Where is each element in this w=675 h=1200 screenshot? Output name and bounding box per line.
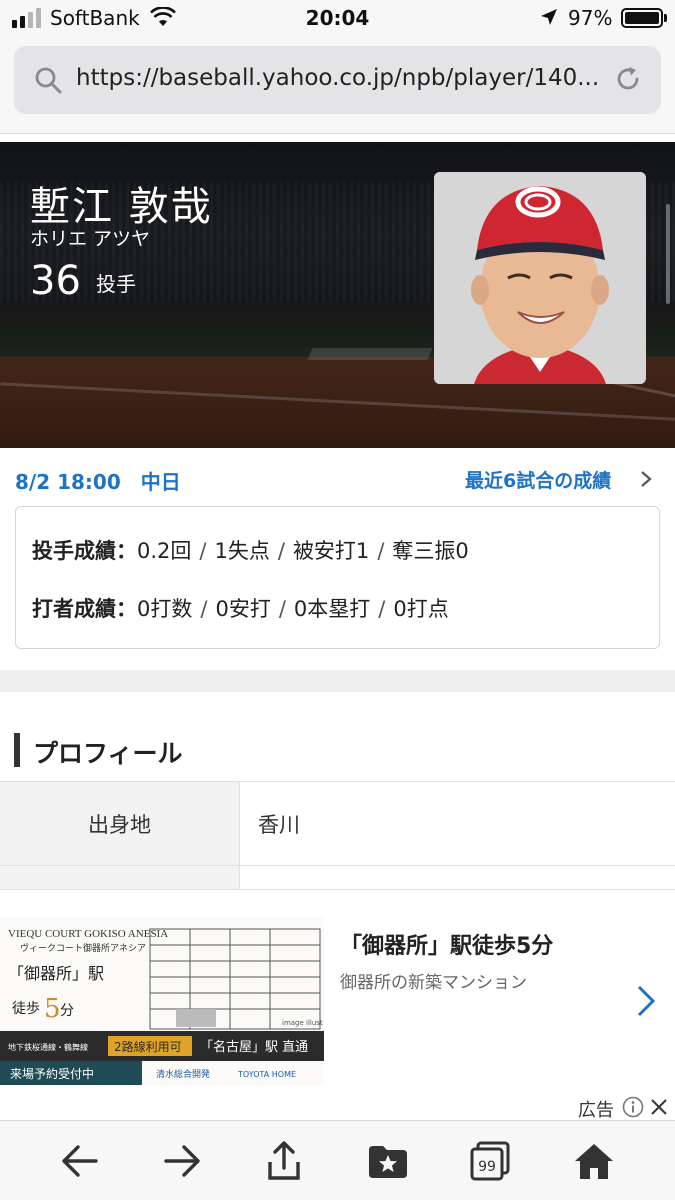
bookmarks-button[interactable] <box>366 1139 410 1183</box>
separator: / <box>200 597 208 621</box>
stat-value: 0打点 <box>393 597 449 621</box>
section-divider <box>0 670 675 692</box>
player-kana: ホリエ アツヤ <box>30 228 151 250</box>
battery-percent: 97% <box>568 6 613 30</box>
status-bar: SoftBank 20:04 97% <box>0 0 675 38</box>
tabs-icon: 99 <box>470 1141 510 1181</box>
profile-value: 香川 <box>258 812 300 837</box>
location-icon <box>540 8 558 30</box>
share-button[interactable] <box>262 1139 306 1183</box>
profile-row <box>0 866 675 890</box>
ad-station: 「御器所」駅 <box>8 964 104 983</box>
url-text[interactable]: https://baseball.yahoo.co.jp/npb/player/… <box>76 65 606 91</box>
ad-image-note: image illust <box>282 1019 323 1027</box>
close-icon[interactable] <box>650 1098 668 1120</box>
profile-row: 出身地 香川 <box>0 782 675 866</box>
battery-tip <box>664 14 667 22</box>
ad-walk: 徒歩 <box>12 1001 40 1017</box>
stat-value: 0打数 <box>137 597 193 621</box>
profile-title: プロフィール <box>33 739 183 768</box>
ad-reservation: 来場予約受付中 <box>10 1066 94 1081</box>
batting-label: 打者成績： <box>32 597 137 621</box>
section-marker <box>14 733 20 767</box>
browser-toolbar: 99 <box>0 1120 675 1200</box>
chevron-right-icon[interactable] <box>636 984 656 1022</box>
ad-sponsor: 清水総合開発 <box>156 1068 210 1080</box>
player-position: 投手 <box>96 272 136 296</box>
info-icon[interactable] <box>622 1096 644 1122</box>
separator: / <box>199 539 207 563</box>
batting-stats: 打者成績：0打数 / 0安打 / 0本塁打 / 0打点 <box>32 593 449 623</box>
ad-lines: 地下鉄桜通線・鶴舞線 <box>8 1042 88 1052</box>
ad-brand: VIEQU COURT GOKISO ANESIA <box>8 928 168 940</box>
home-button[interactable] <box>572 1139 616 1183</box>
ad-direct: 「名古屋」駅 直通 <box>200 1039 308 1055</box>
battery-icon <box>621 8 663 28</box>
stat-value: 奪三振0 <box>392 539 469 563</box>
stat-value: 被安打1 <box>292 539 370 563</box>
share-icon <box>268 1141 300 1180</box>
player-header: 塹江 敦哉 ホリエ アツヤ 36 投手 <box>0 142 675 448</box>
profile-label: 出身地 <box>0 782 240 865</box>
ad-lines-badge: 2路線利用可 <box>114 1039 182 1054</box>
back-button[interactable] <box>58 1139 102 1183</box>
separator: / <box>278 597 286 621</box>
chevron-right-icon[interactable] <box>640 470 652 492</box>
separator: / <box>378 597 386 621</box>
search-icon <box>34 66 62 98</box>
game-date[interactable]: 8/2 18:00 中日 <box>15 466 181 495</box>
home-icon <box>575 1144 613 1179</box>
profile-table: 出身地 香川 <box>0 781 675 890</box>
ad-walk-minutes: 5 <box>44 994 61 1024</box>
stat-value: 0安打 <box>215 597 271 621</box>
game-stats-card: 投手成績：0.2回 / 1失点 / 被安打1 / 奪三振0 打者成績：0打数 / 0安打 / 0本塁… <box>15 506 660 649</box>
ad-sponsor: TOYOTA HOME <box>237 1070 296 1079</box>
separator: / <box>277 539 285 563</box>
bookmark-folder-icon <box>369 1146 407 1178</box>
ad-subtitle[interactable]: 御器所の新築マンション <box>340 968 527 993</box>
stat-value: 1失点 <box>214 539 270 563</box>
arrow-right-icon <box>164 1145 200 1177</box>
reload-icon[interactable] <box>613 64 643 98</box>
ad-title[interactable]: 「御器所」駅徒歩5分 <box>340 928 553 960</box>
stat-value: 0本塁打 <box>293 597 371 621</box>
arrow-left-icon <box>62 1145 98 1177</box>
player-photo <box>434 172 646 384</box>
browser-header: https://baseball.yahoo.co.jp/npb/player/… <box>0 38 675 134</box>
pitching-label: 投手成績： <box>32 539 137 563</box>
uniform-number: 36 <box>30 258 81 304</box>
recent-games-link[interactable]: 最近6試合の成績 <box>465 466 611 493</box>
separator: / <box>377 539 385 563</box>
address-bar[interactable]: https://baseball.yahoo.co.jp/npb/player/… <box>14 46 661 114</box>
ad-brand-kana: ヴィークコート御器所アネシア <box>20 942 146 954</box>
ad-image[interactable]: VIEQU COURT GOKISO ANESIA ヴィークコート御器所アネシア… <box>0 917 324 1085</box>
forward-button[interactable] <box>160 1139 204 1183</box>
ad-walk-unit: 分 <box>60 1003 74 1019</box>
scroll-indicator <box>666 204 670 304</box>
tabs-button[interactable]: 99 <box>468 1139 512 1183</box>
stat-value: 0.2回 <box>137 539 192 563</box>
tabs-count: 99 <box>478 1159 496 1175</box>
pitching-stats: 投手成績：0.2回 / 1失点 / 被安打1 / 奪三振0 <box>32 535 469 565</box>
profile-label <box>0 866 240 889</box>
ad-label: 広告 <box>578 1100 614 1121</box>
